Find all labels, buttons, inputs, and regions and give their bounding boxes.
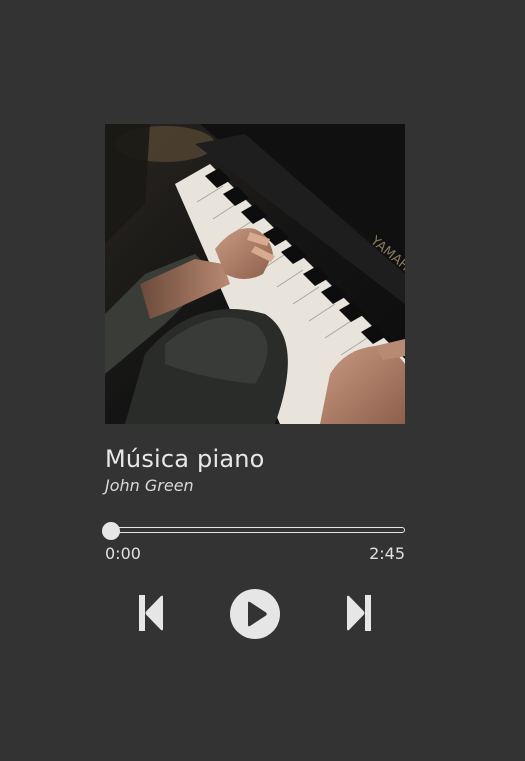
current-time: 0:00 [105, 544, 141, 563]
progress-thumb[interactable] [102, 522, 120, 540]
skip-next-icon [347, 595, 371, 631]
time-row: 0:00 2:45 [105, 544, 405, 564]
next-button[interactable] [345, 595, 371, 631]
music-player: YAMAHA Música piano John Green 0:00 2:45 [102, 124, 405, 639]
playback-controls [105, 589, 405, 639]
play-button[interactable] [230, 589, 280, 639]
skip-previous-icon [139, 595, 163, 631]
play-icon [230, 589, 280, 639]
duration-time: 2:45 [369, 544, 405, 563]
progress-track[interactable] [105, 527, 405, 533]
progress-slider[interactable] [102, 522, 405, 540]
track-artist: John Green [105, 476, 194, 495]
album-cover: YAMAHA [105, 124, 405, 424]
track-title: Música piano [105, 445, 265, 473]
cover-image: YAMAHA [105, 124, 405, 424]
previous-button[interactable] [139, 595, 165, 631]
